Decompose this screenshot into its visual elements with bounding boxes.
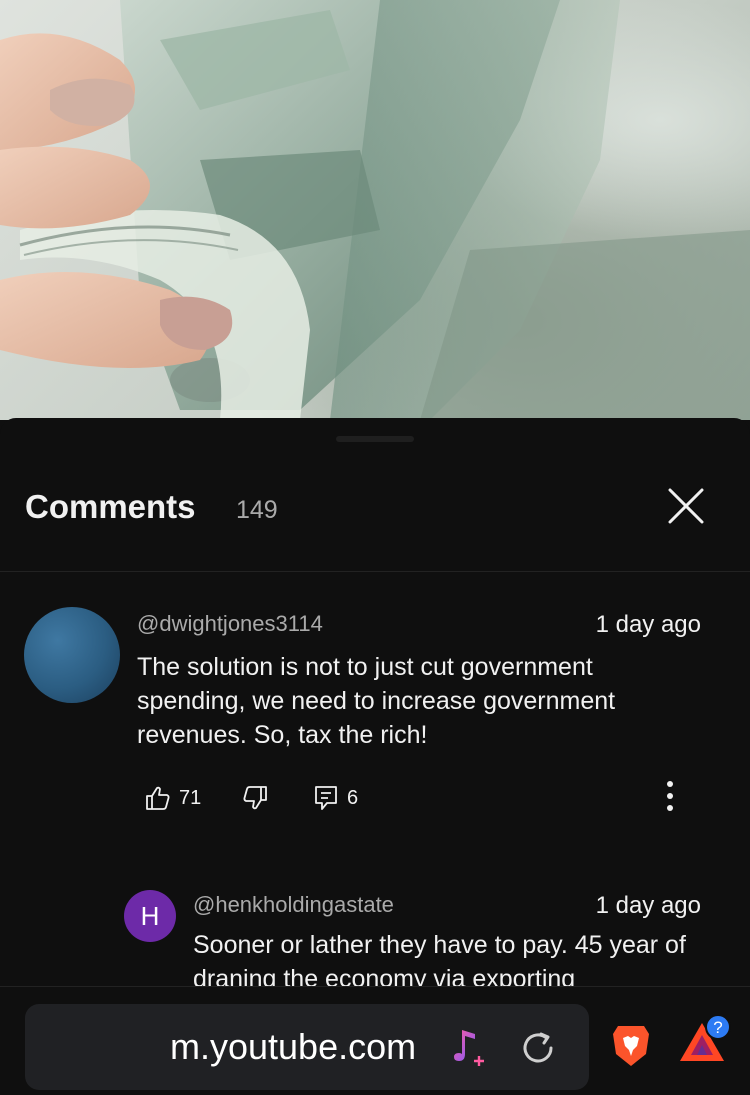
- brave-rewards-icon[interactable]: ?: [676, 1015, 736, 1071]
- browser-toolbar: m.youtube.com ?: [0, 986, 750, 1095]
- reply-comment-icon: [315, 786, 337, 810]
- reply-item: H @henkholdingastate 1 day ago Sooner or…: [0, 878, 750, 988]
- brave-shields-icon[interactable]: [612, 1024, 650, 1068]
- dislike-button[interactable]: [242, 781, 268, 815]
- close-icon: [668, 488, 704, 524]
- address-bar[interactable]: m.youtube.com: [25, 1004, 589, 1090]
- avatar[interactable]: [24, 607, 120, 703]
- comment-author[interactable]: @dwightjones3114: [137, 611, 323, 637]
- more-vertical-icon: [667, 781, 673, 811]
- comment-text: The solution is not to just cut governme…: [137, 653, 616, 749]
- like-button[interactable]: 71: [145, 781, 201, 815]
- comment-timestamp: 1 day ago: [595, 611, 701, 638]
- comment-item: @dwightjones3114 1 day ago The solution …: [0, 594, 750, 834]
- reload-icon[interactable]: [519, 1028, 559, 1068]
- reply-button[interactable]: 6: [313, 781, 358, 815]
- playlist-add-icon[interactable]: [453, 1028, 487, 1068]
- url-text[interactable]: m.youtube.com: [170, 1026, 416, 1068]
- comments-title: Comments: [25, 488, 196, 525]
- rewards-badge: ?: [713, 1018, 722, 1037]
- video-thumbnail[interactable]: [0, 0, 750, 420]
- reply-avatar[interactable]: H: [124, 890, 176, 942]
- reply-timestamp: 1 day ago: [595, 892, 701, 919]
- reply-text: Sooner or lather they have to pay. 45 ye…: [193, 931, 686, 988]
- money-cash-image: [0, 0, 750, 420]
- comments-count: 149: [236, 496, 278, 524]
- thumbs-up-icon: [146, 786, 170, 810]
- close-button[interactable]: [660, 480, 712, 532]
- like-count: 71: [179, 786, 202, 809]
- thumbs-down-icon: [243, 786, 267, 810]
- more-options-button[interactable]: [656, 774, 684, 818]
- reply-author[interactable]: @henkholdingastate: [193, 892, 394, 918]
- reply-count: 6: [347, 786, 359, 809]
- comments-header: Comments 149: [0, 418, 750, 572]
